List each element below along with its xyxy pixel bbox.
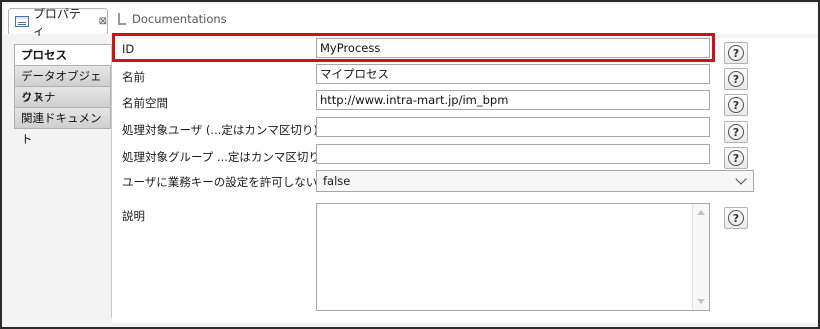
help-icon: ? bbox=[728, 124, 744, 140]
properties-icon bbox=[15, 16, 29, 27]
document-icon bbox=[118, 13, 126, 25]
target-user-help-button[interactable]: ? bbox=[724, 121, 748, 143]
namespace-help-button[interactable]: ? bbox=[724, 94, 748, 116]
business-key-label: ユーザに業務キーの設定を許可しない bbox=[122, 175, 318, 189]
tab-properties-label: プロパティ bbox=[32, 6, 81, 38]
help-icon: ? bbox=[728, 45, 744, 61]
tab-properties[interactable]: プロパティ ⊠ bbox=[8, 7, 108, 38]
tab-bar: プロパティ ⊠ Documentations bbox=[4, 4, 818, 38]
id-help-button[interactable]: ? bbox=[724, 42, 748, 64]
sidebar-item-listeners[interactable]: リスナ bbox=[14, 87, 111, 108]
target-group-field[interactable] bbox=[316, 144, 710, 164]
name-label: 名前 bbox=[122, 70, 145, 84]
id-label: ID bbox=[122, 42, 135, 56]
tab-documentations[interactable]: Documentations bbox=[118, 12, 227, 26]
business-key-value: false bbox=[323, 174, 351, 188]
target-user-field[interactable] bbox=[316, 117, 710, 137]
tab-documentations-label: Documentations bbox=[132, 12, 227, 26]
description-label: 説明 bbox=[122, 209, 145, 223]
id-field[interactable]: MyProcess bbox=[316, 38, 710, 58]
help-icon: ? bbox=[728, 210, 744, 226]
namespace-label: 名前空間 bbox=[122, 96, 168, 110]
sidebar-item-process[interactable]: プロセス bbox=[14, 44, 111, 66]
name-field[interactable]: マイプロセス bbox=[316, 64, 710, 84]
target-group-label: 処理対象グループ ...定はカンマ区切り) bbox=[122, 150, 325, 164]
description-textarea[interactable] bbox=[316, 203, 710, 311]
help-icon: ? bbox=[728, 71, 744, 87]
target-group-help-button[interactable]: ? bbox=[724, 147, 748, 169]
namespace-field[interactable]: http://www.intra-mart.jp/im_bpm bbox=[316, 90, 710, 110]
sidebar-item-data-objects[interactable]: データオブジェクト bbox=[14, 66, 111, 104]
name-help-button[interactable]: ? bbox=[724, 68, 748, 90]
scroll-down-icon[interactable] bbox=[697, 299, 705, 304]
close-icon[interactable]: ⊠ bbox=[99, 16, 107, 27]
target-user-label: 処理対象ユーザ (...定はカンマ区切り) bbox=[122, 123, 318, 137]
chevron-down-icon bbox=[735, 173, 747, 185]
sidebar: プロセス データオブジェクト リスナ 関連ドキュメント bbox=[14, 44, 112, 318]
description-help-button[interactable]: ? bbox=[724, 207, 748, 229]
scroll-up-icon[interactable] bbox=[697, 210, 705, 215]
help-icon: ? bbox=[728, 97, 744, 113]
business-key-select[interactable]: false bbox=[316, 170, 754, 192]
vertical-scrollbar[interactable] bbox=[692, 204, 709, 310]
help-icon: ? bbox=[728, 150, 744, 166]
sidebar-item-related-documents[interactable]: 関連ドキュメント bbox=[14, 108, 111, 146]
